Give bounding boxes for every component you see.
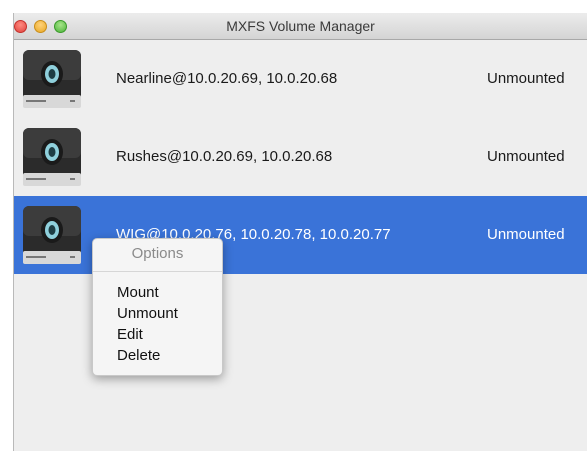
volume-manager-window: MXFS Volume Manager Nearline@10.0.20.69,… (13, 13, 587, 451)
volume-status: Unmounted (487, 226, 565, 243)
volume-status: Unmounted (487, 148, 565, 165)
menu-item-edit[interactable]: Edit (117, 325, 143, 345)
title-bar[interactable]: MXFS Volume Manager (14, 13, 587, 40)
volume-row-rushes[interactable]: Rushes@10.0.20.69, 10.0.20.68 Unmounted (14, 118, 587, 196)
window-title: MXFS Volume Manager (226, 18, 375, 34)
options-context-menu: Options Mount Unmount Edit Delete (92, 238, 223, 376)
menu-separator (93, 271, 222, 272)
volume-row-nearline[interactable]: Nearline@10.0.20.69, 10.0.20.68 Unmounte… (14, 40, 587, 118)
menu-header: Options (131, 245, 184, 262)
menu-item-unmount[interactable]: Unmount (117, 304, 178, 324)
volume-status: Unmounted (487, 70, 565, 87)
volume-name: Rushes@10.0.20.69, 10.0.20.68 (116, 148, 333, 165)
external-drive-icon (23, 206, 81, 264)
volume-name: Nearline@10.0.20.69, 10.0.20.68 (116, 70, 338, 87)
menu-item-mount[interactable]: Mount (117, 283, 159, 303)
external-drive-icon (23, 50, 81, 108)
external-drive-icon (23, 128, 81, 186)
menu-item-delete[interactable]: Delete (117, 346, 160, 366)
